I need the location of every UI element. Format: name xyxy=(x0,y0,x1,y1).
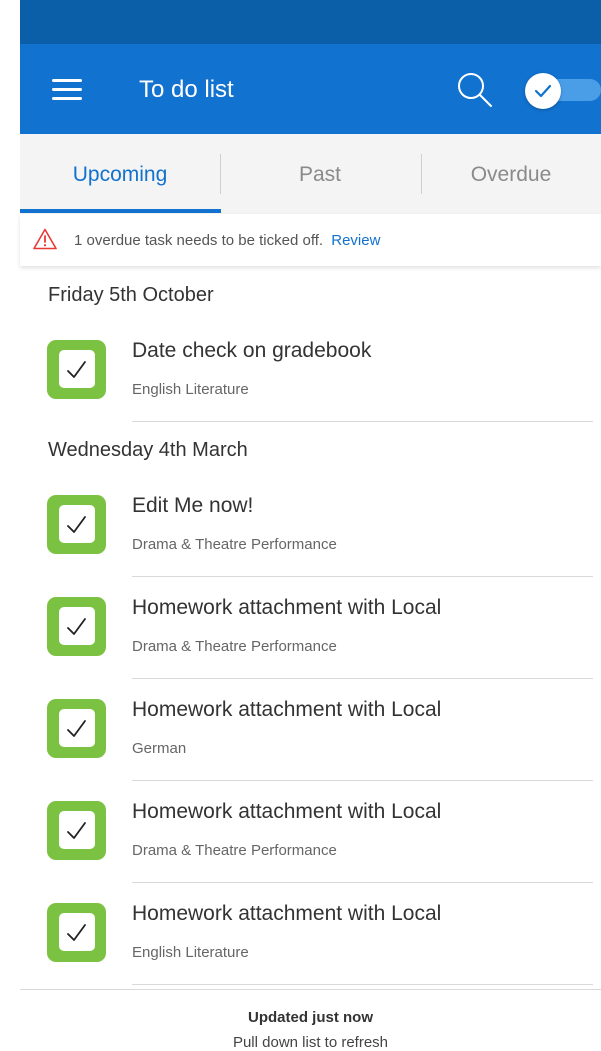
review-link[interactable]: Review xyxy=(331,232,380,249)
task-subject: Drama & Theatre Performance xyxy=(132,638,337,655)
divider xyxy=(132,984,593,985)
task-title: Edit Me now! xyxy=(132,494,254,517)
task-item[interactable]: Homework attachment with Local English L… xyxy=(20,883,593,985)
task-checkbox[interactable] xyxy=(47,903,106,962)
divider xyxy=(132,421,593,422)
search-icon xyxy=(458,73,492,107)
checkmark-icon xyxy=(534,84,552,98)
task-subject: English Literature xyxy=(132,944,249,961)
section-date: Wednesday 4th March xyxy=(48,439,248,461)
warning-triangle-icon xyxy=(33,228,57,250)
task-item[interactable]: Homework attachment with Local Drama & T… xyxy=(20,577,593,679)
refresh-hint: Pull down list to refresh xyxy=(232,1034,389,1051)
task-checkbox[interactable] xyxy=(47,801,106,860)
task-subject: German xyxy=(132,740,187,757)
warning-message: 1 overdue task needs to be ticked off. R… xyxy=(74,232,380,249)
tab-past[interactable]: Past xyxy=(220,134,420,214)
task-subject: Drama & Theatre Performance xyxy=(132,536,337,553)
hamburger-menu-icon xyxy=(52,79,82,82)
refresh-status: Updated just now xyxy=(248,1009,373,1026)
checkmark-icon xyxy=(67,361,86,378)
task-item[interactable]: Date check on gradebook English Literatu… xyxy=(20,320,593,422)
task-item[interactable]: Homework attachment with Local German xyxy=(20,679,593,781)
app-header: To do list xyxy=(20,44,601,134)
task-checkbox[interactable] xyxy=(47,340,106,399)
menu-button[interactable] xyxy=(52,79,82,101)
page-title: To do list xyxy=(139,76,234,103)
task-checkbox[interactable] xyxy=(47,699,106,758)
task-title: Homework attachment with Local xyxy=(132,902,442,925)
search-button[interactable] xyxy=(455,70,495,110)
task-item[interactable]: Edit Me now! Drama & Theatre Performance xyxy=(20,475,593,577)
task-item[interactable]: Homework attachment with Local Drama & T… xyxy=(20,781,593,883)
checkmark-icon xyxy=(67,924,86,941)
tab-bar: Upcoming Past Overdue xyxy=(20,134,601,214)
warning-text: 1 overdue task needs to be ticked off. xyxy=(74,232,324,249)
overdue-warning-banner: 1 overdue task needs to be ticked off. R… xyxy=(20,214,601,266)
toggle-knob xyxy=(525,73,561,109)
task-subject: Drama & Theatre Performance xyxy=(132,842,337,859)
task-checkbox[interactable] xyxy=(47,597,106,656)
section-date: Friday 5th October xyxy=(48,284,214,306)
task-title: Date check on gradebook xyxy=(132,339,372,362)
task-checkbox[interactable] xyxy=(47,495,106,554)
completed-toggle[interactable] xyxy=(525,73,601,109)
footer-divider xyxy=(20,989,601,990)
checkmark-icon xyxy=(67,516,86,533)
checkmark-icon xyxy=(67,822,86,839)
tab-overdue[interactable]: Overdue xyxy=(421,134,601,214)
tab-upcoming[interactable]: Upcoming xyxy=(20,134,220,214)
task-title: Homework attachment with Local xyxy=(132,596,442,619)
checkmark-icon xyxy=(67,720,86,737)
task-subject: English Literature xyxy=(132,381,249,398)
active-tab-indicator xyxy=(20,209,221,213)
checkmark-icon xyxy=(67,618,86,635)
status-bar xyxy=(20,0,601,44)
task-title: Homework attachment with Local xyxy=(132,698,442,721)
task-title: Homework attachment with Local xyxy=(132,800,442,823)
